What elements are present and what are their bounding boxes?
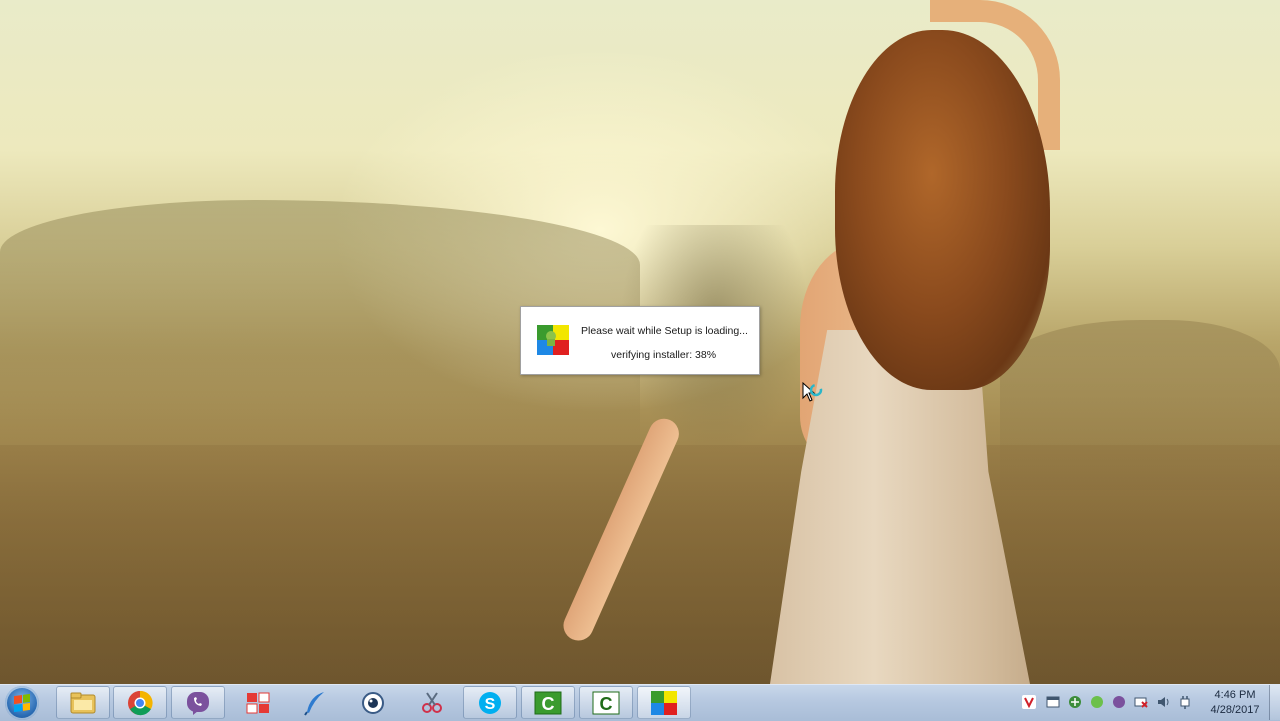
taskbar-skype-button[interactable]: S	[463, 686, 517, 719]
start-button[interactable]	[5, 686, 39, 720]
wallpaper-figure-hair	[835, 30, 1050, 390]
setup-loading-message: Please wait while Setup is loading...	[581, 325, 748, 337]
power-plug-tray-icon[interactable]	[1178, 695, 1192, 709]
clock-date: 4/28/2017	[1210, 704, 1260, 716]
red-apps-icon	[246, 692, 270, 714]
svg-text:S: S	[485, 696, 496, 713]
setup-loading-dialog: Please wait while Setup is loading... ve…	[520, 306, 760, 375]
camtasia-icon: C	[534, 691, 562, 714]
camtasia-recorder-icon: C	[592, 691, 620, 714]
svg-text:C: C	[600, 694, 613, 714]
taskbar-camtasia-recorder-button[interactable]: C	[579, 686, 633, 719]
disconnected-tray-icon[interactable]	[1134, 695, 1148, 709]
setup-icon	[651, 690, 677, 715]
vivaldi-tray-icon[interactable]	[1022, 695, 1036, 709]
taskbar-viber-button[interactable]	[171, 686, 225, 719]
green-status-tray-icon[interactable]	[1090, 695, 1104, 709]
setup-app-icon	[537, 325, 569, 355]
taskbar-setup-button[interactable]	[637, 686, 691, 719]
volume-tray-icon[interactable]	[1156, 695, 1170, 709]
taskbar-camtasia-button[interactable]: C	[521, 686, 575, 719]
viber-tray-icon[interactable]	[1112, 695, 1126, 709]
taskbar-snipping-button[interactable]	[419, 690, 445, 716]
setup-progress-status: verifying installer: 38%	[611, 349, 717, 361]
show-desktop-button[interactable]	[1269, 685, 1280, 720]
taskbar-app-button[interactable]	[245, 690, 271, 716]
clock-time: 4:46 PM	[1214, 689, 1256, 701]
taskbar-feather-button[interactable]	[302, 690, 328, 716]
svg-text:C: C	[542, 694, 555, 714]
taskbar-chrome-button[interactable]	[113, 686, 167, 719]
scissors-icon	[422, 692, 442, 713]
webcam-icon	[362, 692, 384, 714]
folder-icon	[70, 692, 96, 713]
chrome-icon	[128, 690, 153, 715]
busy-cursor-icon	[802, 382, 823, 402]
window-tray-icon[interactable]	[1046, 695, 1060, 709]
network-tray-icon[interactable]	[1068, 695, 1082, 709]
taskbar-clock[interactable]: 4:46 PM 4/28/2017	[1205, 688, 1265, 718]
taskbar-explorer-button[interactable]	[56, 686, 110, 719]
viber-icon	[187, 691, 209, 715]
windows-logo-icon	[14, 693, 30, 713]
skype-icon: S	[479, 691, 501, 714]
feather-icon	[304, 692, 324, 716]
taskbar-webcam-button[interactable]	[360, 690, 386, 716]
